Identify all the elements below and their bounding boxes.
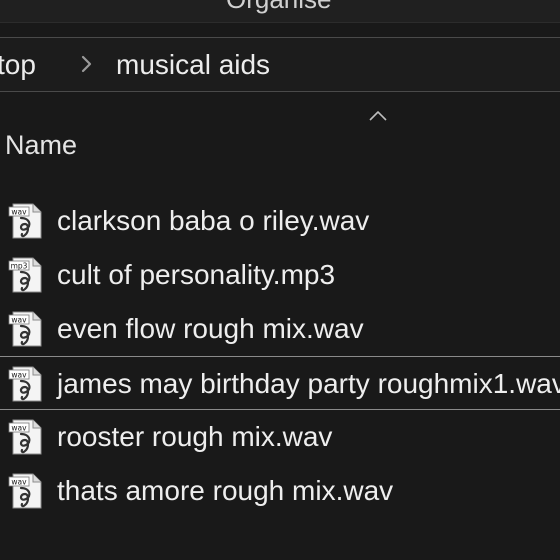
file-name: cult of personality.mp3: [57, 259, 336, 290]
command-bar: Organise: [0, 0, 560, 23]
chevron-right-icon[interactable]: [79, 54, 95, 74]
organise-button[interactable]: Organise: [226, 0, 332, 15]
column-header-name[interactable]: Name: [5, 130, 77, 161]
file-name: rooster rough mix.wav: [57, 421, 333, 452]
wav-audio-file-icon: wav: [8, 473, 42, 509]
wav-audio-file-icon: wav: [8, 366, 42, 402]
file-row[interactable]: wav james may birthday party roughmix1.wa…: [0, 356, 560, 410]
file-type-badge: mp3: [11, 262, 28, 271]
mp3-audio-file-icon: mp3: [8, 257, 42, 293]
column-header-row: [0, 100, 560, 180]
breadcrumb-desktop[interactable]: ktop: [0, 49, 36, 81]
address-bar[interactable]: ktop musical aids: [0, 37, 560, 92]
file-row[interactable]: wav thats amore rough mix.wav: [0, 464, 560, 518]
file-name: even flow rough mix.wav: [57, 313, 364, 344]
file-row[interactable]: mp3 cult of personality.mp3: [0, 248, 560, 302]
wav-audio-file-icon: wav: [8, 203, 42, 239]
file-list: wav clarkson baba o riley.wav mp3 cult of p…: [0, 194, 560, 518]
file-name: james may birthday party roughmix1.wav: [57, 368, 560, 399]
file-row[interactable]: wav clarkson baba o riley.wav: [0, 194, 560, 248]
breadcrumb-musical-aids[interactable]: musical aids: [116, 49, 270, 81]
file-row[interactable]: wav even flow rough mix.wav: [0, 302, 560, 356]
wav-audio-file-icon: wav: [8, 419, 42, 455]
file-type-badge: wav: [11, 371, 27, 380]
wav-audio-file-icon: wav: [8, 311, 42, 347]
file-row[interactable]: wav rooster rough mix.wav: [0, 410, 560, 464]
sort-ascending-icon: [369, 111, 387, 121]
file-type-badge: wav: [11, 424, 27, 433]
file-type-badge: wav: [11, 208, 27, 217]
file-explorer-window: Organise ktop musical aids Name wav clark…: [0, 0, 560, 560]
file-type-badge: wav: [11, 478, 27, 487]
file-name: clarkson baba o riley.wav: [57, 205, 370, 236]
file-name: thats amore rough mix.wav: [57, 475, 394, 506]
file-type-badge: wav: [11, 316, 27, 325]
